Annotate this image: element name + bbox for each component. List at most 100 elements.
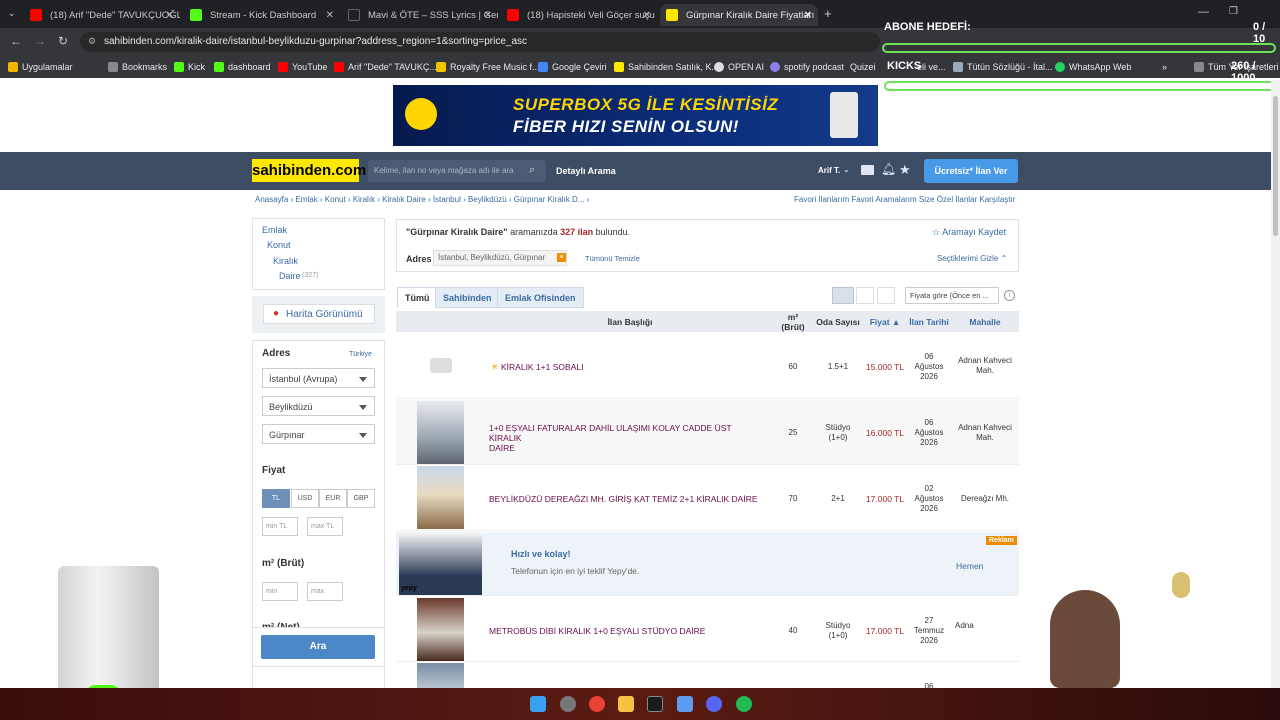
bookmark-item[interactable]: Bookmarks [108, 62, 167, 72]
district-select[interactable]: Beylikdüzü [262, 396, 375, 416]
close-icon[interactable]: ✕ [557, 253, 566, 262]
back-icon[interactable]: ← [10, 34, 22, 48]
close-icon[interactable]: ✕ [484, 10, 492, 21]
ad-banner[interactable]: SUPERBOX 5G İLE KESİNTİSİZ FİBER HIZI SE… [393, 85, 878, 146]
hide-selected-link[interactable]: Seçtiklerimi Gizle ⌃ [937, 254, 1007, 263]
star-icon[interactable]: ★ [899, 162, 911, 178]
bookmark-item[interactable]: Kick [174, 62, 205, 72]
sort-select[interactable]: Fiyata göre (Önce en ... [905, 287, 999, 304]
close-icon[interactable]: ✕ [804, 10, 812, 21]
bookmark-item[interactable]: Quizei [850, 62, 876, 72]
clear-all-link[interactable]: Tümünü Temizle [585, 254, 640, 263]
bookmark-item[interactable]: YouTube [278, 62, 327, 72]
spotify-icon[interactable] [736, 696, 752, 712]
list-view-icon[interactable] [832, 287, 854, 304]
address-filter-chip[interactable]: İstanbul, Beylikdüzü, Gürpınar [433, 250, 567, 266]
tab-search-button[interactable]: ⌄ [8, 8, 16, 19]
map-view-button[interactable]: Harita Görünümü [263, 304, 375, 324]
listing-thumbnail[interactable] [417, 598, 464, 661]
tab-emlak-ofisinden[interactable]: Emlak Ofisinden [497, 287, 584, 308]
tab-tumu[interactable]: Tümü [397, 287, 438, 308]
terminal-icon[interactable] [647, 696, 663, 712]
breadcrumb[interactable]: Anasayfa › Emlak › Konut › Kiralık › Kir… [255, 195, 589, 204]
close-icon[interactable]: ✕ [326, 10, 334, 21]
grid-view-icon[interactable] [877, 287, 895, 304]
currency-usd[interactable]: USD [291, 489, 319, 508]
city-select[interactable]: İstanbul (Avrupa) [262, 368, 375, 388]
country-link[interactable]: Türkiye [349, 351, 372, 358]
maximize-button[interactable]: ❐ [1229, 6, 1238, 17]
bookmarks-overflow-icon[interactable]: » [1162, 62, 1167, 72]
reload-icon[interactable]: ↻ [58, 34, 68, 48]
close-icon[interactable]: ✕ [643, 10, 651, 21]
listing-thumbnail[interactable] [417, 401, 464, 464]
obs-icon[interactable] [560, 696, 576, 712]
new-tab-button[interactable]: + [824, 6, 832, 21]
currency-eur[interactable]: EUR [319, 489, 347, 508]
category-daire[interactable]: Daire [279, 271, 301, 281]
browser-tab-active[interactable]: Gürpınar Kiralık Daire Fiyatları ✕ [660, 4, 818, 26]
windows-start-icon[interactable] [530, 696, 546, 712]
column-header-date[interactable]: İlan Tarihi [906, 317, 952, 327]
user-menu[interactable]: Arif T. [818, 166, 840, 175]
app-icon[interactable] [677, 696, 693, 712]
browser-tab[interactable]: Stream - Kick Dashboard ✕ [190, 4, 340, 26]
column-header-rooms[interactable]: Oda Sayısı [813, 317, 863, 327]
mail-icon[interactable] [861, 165, 874, 175]
currency-gbp[interactable]: GBP [347, 489, 375, 508]
bookmark-item[interactable]: Uygulamalar [8, 62, 73, 72]
bookmark-item[interactable]: OPEN AI [714, 62, 764, 72]
listing-title[interactable]: KİRALIK 1+1 SOBALI [501, 362, 583, 372]
category-kiralik[interactable]: Kiralık [273, 256, 298, 266]
forward-icon[interactable]: → [34, 34, 46, 48]
listing-title[interactable]: 1+0 EŞYALI FATURALAR DAHİL ULAŞIMI KOLAY… [489, 423, 759, 453]
max-price-input[interactable]: max TL [307, 517, 343, 536]
detailed-search-link[interactable]: Detaylı Arama [556, 166, 616, 176]
bookmark-item[interactable]: Google Çeviri [538, 62, 607, 72]
tab-sahibinden[interactable]: Sahibinden [435, 287, 500, 308]
site-info-icon[interactable]: ⚙ [88, 36, 96, 47]
bookmark-item[interactable]: WhatsApp Web [1055, 62, 1131, 72]
discord-icon[interactable] [706, 696, 722, 712]
search-input[interactable]: Kelime, ilan no veya mağaza adı ile ara [368, 160, 546, 182]
bell-icon[interactable]: 🔔︎ [881, 162, 896, 176]
search-icon[interactable]: ⌕ [529, 164, 535, 177]
browser-tab[interactable]: (18) Arif "Dede" TAVUKÇUOĞLU ✕ [30, 4, 180, 26]
post-ad-button[interactable]: Ücretsiz* İlan Ver [924, 159, 1018, 183]
ad-title[interactable]: Hızlı ve kolay! [511, 549, 571, 559]
search-button[interactable]: Ara [261, 635, 375, 659]
column-header-title[interactable]: İlan Başlığı [590, 317, 670, 327]
bookmark-item[interactable]: dashboard [214, 62, 271, 72]
min-m2-input[interactable]: min [262, 582, 298, 601]
chrome-icon[interactable] [589, 696, 605, 712]
scrollbar-thumb[interactable] [1273, 96, 1278, 236]
bookmark-item[interactable]: Royalty Free Music f... [436, 62, 540, 72]
category-emlak[interactable]: Emlak [262, 225, 287, 235]
bookmark-item[interactable]: Sahibinden Satılık, K... [614, 62, 719, 72]
info-icon[interactable]: i [1004, 290, 1015, 301]
listing-thumbnail[interactable] [417, 663, 464, 688]
column-header-price[interactable]: Fiyat ▲ [866, 317, 904, 327]
listing-thumbnail[interactable] [417, 466, 464, 529]
folder-icon[interactable] [618, 696, 634, 712]
bookmark-item[interactable]: eli ve... [917, 62, 946, 72]
bookmark-item[interactable]: Tütün Sözlüğü - İtal... [953, 62, 1053, 72]
minimize-button[interactable]: — [1198, 6, 1209, 18]
bookmark-item[interactable]: Arif "Dede" TAVUKÇ... [334, 62, 437, 72]
min-price-input[interactable]: min TL [262, 517, 298, 536]
compact-view-icon[interactable] [856, 287, 874, 304]
browser-tab[interactable]: (18) Hapisteki Veli Göçer suçu b ✕ [507, 4, 657, 26]
close-icon[interactable]: ✕ [166, 10, 174, 21]
url-input[interactable]: sahibinden.com/kiralik-daire/istanbul-be… [80, 32, 880, 52]
column-header-m2[interactable]: m² [775, 312, 811, 322]
listing-title[interactable]: METROBÜS DİBİ KİRALIK 1+0 EŞYALI STÜDYO … [489, 626, 705, 636]
user-links[interactable]: Favori İlanlarım Favori Aramalarım Size … [794, 195, 1015, 204]
category-konut[interactable]: Konut [267, 240, 291, 250]
sponsored-row[interactable] [396, 532, 1019, 596]
listing-title[interactable]: BEYLİKDÜZÜ DEREAĞZI MH. GİRİŞ KAT TEMİZ … [489, 494, 758, 504]
max-m2-input[interactable]: max [307, 582, 343, 601]
bookmark-item[interactable]: spotify podcast [770, 62, 844, 72]
currency-tl[interactable]: TL [262, 489, 290, 508]
site-logo[interactable]: sahibinden.com [252, 159, 366, 182]
browser-tab[interactable]: Mavi & ÖTE – SSS Lyrics | Genius✕ [348, 4, 498, 26]
